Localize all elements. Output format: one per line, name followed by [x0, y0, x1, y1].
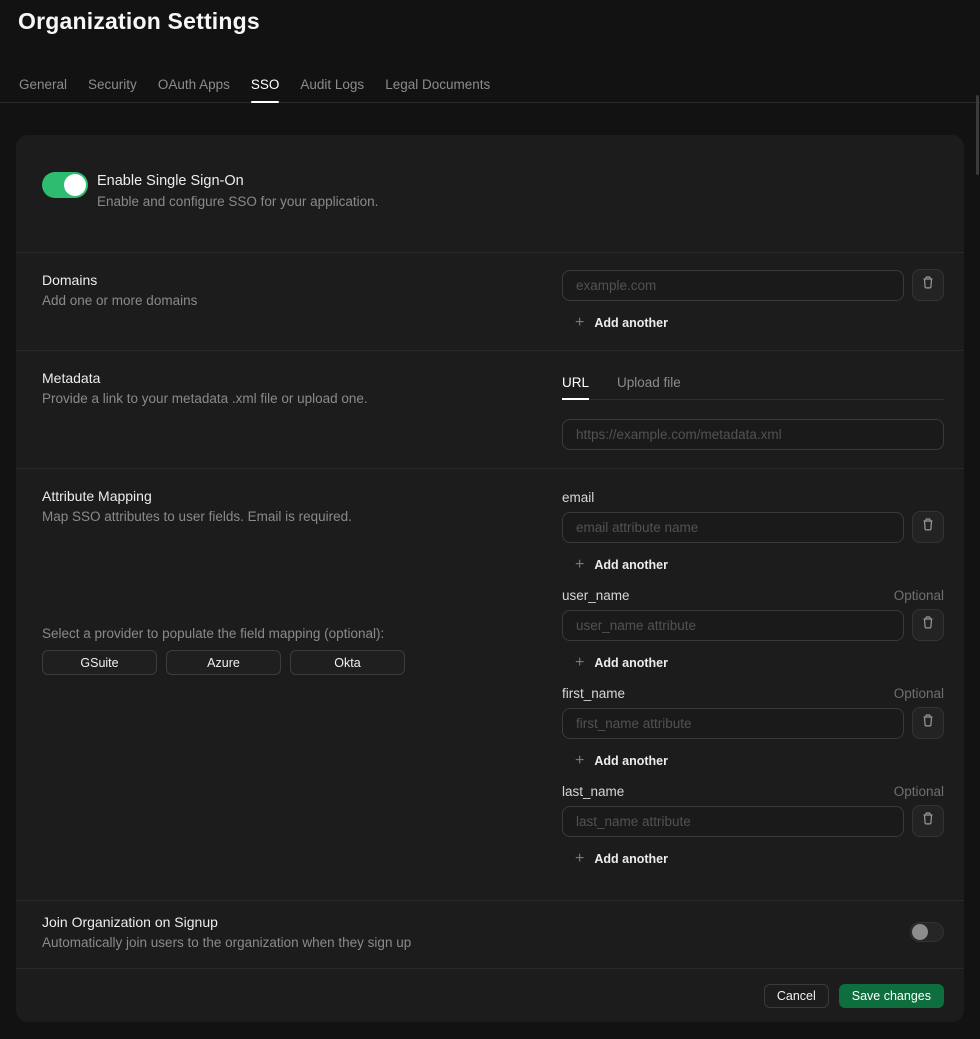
enable-sso-section: Enable Single Sign-On Enable and configu… — [16, 135, 964, 252]
first-name-attribute-input[interactable] — [562, 708, 904, 739]
provider-gsuite-button[interactable]: GSuite — [42, 650, 157, 675]
save-changes-button[interactable]: Save changes — [839, 984, 944, 1008]
enable-sso-label: Enable Single Sign-On — [97, 172, 378, 190]
trash-icon — [921, 615, 935, 635]
trash-icon — [921, 811, 935, 831]
tab-bar: General Security OAuth Apps SSO Audit Lo… — [0, 70, 980, 103]
metadata-tab-upload-file[interactable]: Upload file — [617, 375, 681, 390]
join-signup-description: Automatically join users to the organiza… — [42, 934, 411, 952]
footer-actions: Cancel Save changes — [16, 968, 964, 1022]
enable-sso-toggle[interactable] — [42, 172, 88, 198]
trash-icon — [921, 713, 935, 733]
toggle-knob — [64, 174, 86, 196]
attr-label-email: email — [562, 489, 594, 506]
metadata-section: Metadata Provide a link to your metadata… — [16, 350, 964, 468]
domains-section: Domains Add one or more domains + Add an… — [16, 252, 964, 350]
domains-description: Add one or more domains — [42, 292, 562, 310]
join-signup-title: Join Organization on Signup — [42, 913, 411, 931]
provider-hint: Select a provider to populate the field … — [42, 626, 562, 641]
join-signup-toggle[interactable] — [910, 922, 944, 942]
tab-general[interactable]: General — [19, 77, 67, 102]
email-attribute-input[interactable] — [562, 512, 904, 543]
tab-audit-logs[interactable]: Audit Logs — [300, 77, 364, 102]
domains-title: Domains — [42, 271, 562, 289]
toggle-knob — [912, 924, 928, 940]
trash-icon — [921, 517, 935, 537]
tab-oauth-apps[interactable]: OAuth Apps — [158, 77, 230, 102]
metadata-source-tabs: URL Upload file — [562, 375, 944, 400]
attr-row-user-name: user_name Optional + — [562, 587, 944, 670]
optional-badge: Optional — [894, 784, 944, 799]
attr-row-email: email + Add another — [562, 489, 944, 572]
delete-first-name-attribute-button[interactable] — [912, 707, 944, 739]
user-name-attribute-input[interactable] — [562, 610, 904, 641]
attr-label-first-name: first_name — [562, 685, 625, 702]
attr-label-user-name: user_name — [562, 587, 630, 604]
tab-legal-documents[interactable]: Legal Documents — [385, 77, 490, 102]
tab-sso[interactable]: SSO — [251, 77, 280, 102]
add-domain-button[interactable]: + Add another — [575, 315, 668, 330]
trash-icon — [921, 275, 935, 295]
plus-icon: + — [575, 753, 584, 768]
delete-email-attribute-button[interactable] — [912, 511, 944, 543]
optional-badge: Optional — [894, 588, 944, 603]
attr-row-first-name: first_name Optional + — [562, 685, 944, 768]
cancel-button[interactable]: Cancel — [764, 984, 829, 1008]
tab-security[interactable]: Security — [88, 77, 137, 102]
plus-icon: + — [575, 557, 584, 572]
page-title: Organization Settings — [18, 8, 260, 35]
plus-icon: + — [575, 315, 584, 330]
last-name-attribute-input[interactable] — [562, 806, 904, 837]
provider-okta-button[interactable]: Okta — [290, 650, 405, 675]
add-first-name-attribute-button[interactable]: + Add another — [575, 753, 668, 768]
metadata-url-input[interactable] — [562, 419, 944, 450]
plus-icon: + — [575, 655, 584, 670]
attribute-mapping-title: Attribute Mapping — [42, 487, 562, 505]
add-last-name-attribute-button[interactable]: + Add another — [575, 851, 668, 866]
domain-input[interactable] — [562, 270, 904, 301]
optional-badge: Optional — [894, 686, 944, 701]
delete-user-name-attribute-button[interactable] — [912, 609, 944, 641]
plus-icon: + — [575, 851, 584, 866]
delete-domain-button[interactable] — [912, 269, 944, 301]
scrollbar-thumb[interactable] — [976, 95, 979, 175]
metadata-description: Provide a link to your metadata .xml fil… — [42, 390, 562, 408]
join-signup-section: Join Organization on Signup Automaticall… — [16, 900, 964, 968]
provider-buttons: GSuite Azure Okta — [42, 650, 562, 675]
add-email-attribute-button[interactable]: + Add another — [575, 557, 668, 572]
delete-last-name-attribute-button[interactable] — [912, 805, 944, 837]
sso-settings-card: Enable Single Sign-On Enable and configu… — [16, 135, 964, 1022]
attr-label-last-name: last_name — [562, 783, 624, 800]
metadata-title: Metadata — [42, 369, 562, 387]
attribute-mapping-description: Map SSO attributes to user fields. Email… — [42, 508, 562, 526]
attr-row-last-name: last_name Optional + — [562, 783, 944, 866]
metadata-tab-url[interactable]: URL — [562, 375, 589, 390]
provider-azure-button[interactable]: Azure — [166, 650, 281, 675]
add-user-name-attribute-button[interactable]: + Add another — [575, 655, 668, 670]
enable-sso-description: Enable and configure SSO for your applic… — [97, 193, 378, 211]
attribute-mapping-section: Attribute Mapping Map SSO attributes to … — [16, 468, 964, 900]
